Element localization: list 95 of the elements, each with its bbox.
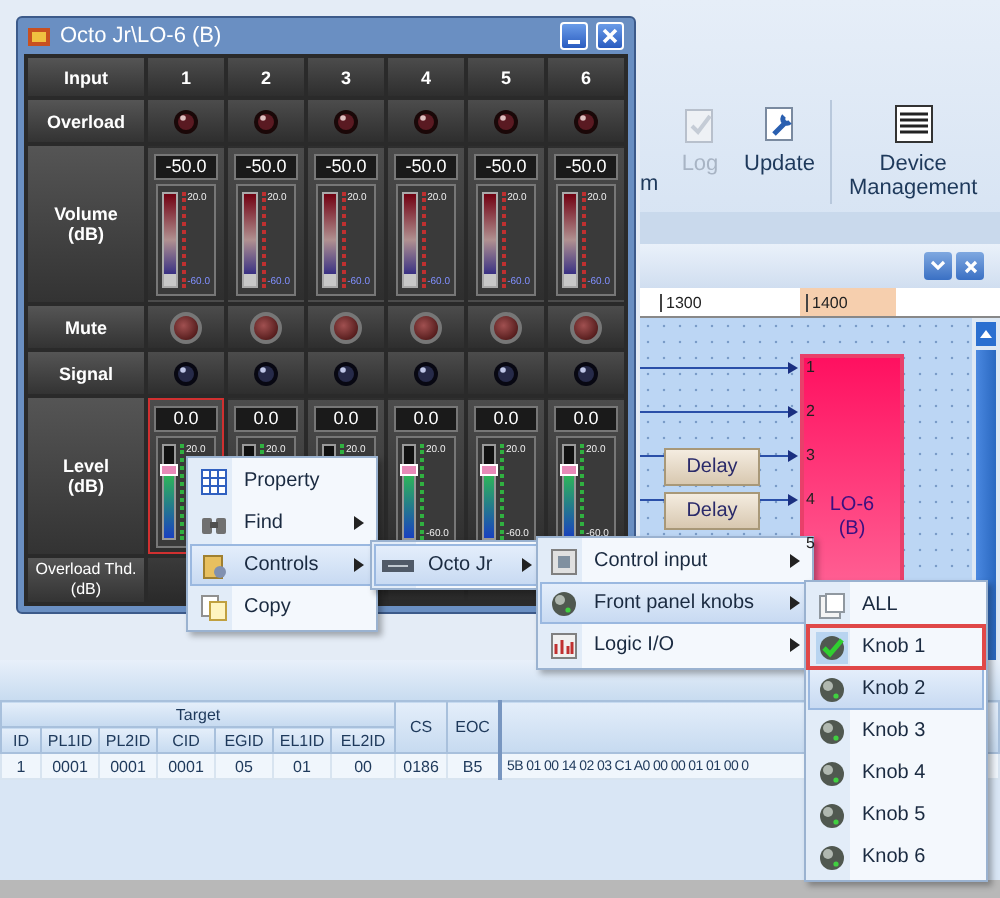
- table-icon: [200, 467, 228, 495]
- knob-icon: [818, 759, 846, 787]
- knob-icon: [818, 843, 846, 871]
- knob-icon: [818, 801, 846, 829]
- level-readout: 0.0: [474, 406, 538, 432]
- column-group-header: Target: [1, 701, 396, 727]
- level-readout: 0.0: [234, 406, 298, 432]
- port-number: 2: [806, 402, 815, 420]
- volume-readout: -50.0: [154, 154, 218, 180]
- menu-item[interactable]: Knob 2: [808, 668, 984, 710]
- overload-led-icon: [252, 107, 280, 135]
- row-label: Signal: [28, 352, 144, 394]
- channel-number: 1: [148, 58, 224, 96]
- overload-led-icon: [492, 107, 520, 135]
- menu-item[interactable]: Controls: [190, 544, 374, 586]
- close-icon: [602, 28, 618, 44]
- scroll-up-icon[interactable]: [976, 322, 996, 346]
- port-number: 4: [806, 490, 815, 508]
- knob-icon: [818, 675, 846, 703]
- ruler-label: 1300: [660, 294, 702, 312]
- level-readout: 0.0: [154, 406, 218, 432]
- app-icon: [28, 25, 52, 47]
- level-readout: 0.0: [554, 406, 618, 432]
- column-header: EOC: [447, 701, 500, 753]
- device-button[interactable]: Device Management: [830, 100, 986, 204]
- channel-number: 6: [548, 58, 624, 96]
- row-label: Overload Thd. (dB): [28, 558, 144, 602]
- overload-led-icon: [172, 107, 200, 135]
- menu-item[interactable]: Front panel knobs: [540, 582, 810, 624]
- mute-button[interactable]: [490, 311, 522, 343]
- column-header: ID: [1, 727, 41, 753]
- chevron-down-icon: [930, 260, 946, 272]
- row-label: Level (dB): [28, 398, 144, 554]
- close-button[interactable]: [596, 22, 624, 50]
- signal-led-icon: [332, 359, 360, 387]
- port-number: 3: [806, 446, 815, 464]
- overload-led-icon: [332, 107, 360, 135]
- mute-button[interactable]: [170, 311, 202, 343]
- signal-led-icon: [492, 359, 520, 387]
- knob-icon: [818, 717, 846, 745]
- overload-led-icon: [572, 107, 600, 135]
- mute-button[interactable]: [330, 311, 362, 343]
- fader-thumb[interactable]: [400, 463, 418, 475]
- row-label: Overload: [28, 100, 144, 142]
- device-icon: [382, 557, 414, 573]
- document-icon: [818, 591, 846, 619]
- ruler-label: 1400: [806, 294, 848, 312]
- signal-led-icon: [252, 359, 280, 387]
- chart-icon: [550, 631, 578, 659]
- fader-thumb[interactable]: [560, 463, 578, 475]
- port-number: 1: [806, 358, 815, 376]
- level-readout: 0.0: [394, 406, 458, 432]
- panel-icon: [550, 547, 578, 575]
- volume-readout: -50.0: [394, 154, 458, 180]
- row-label: Volume (dB): [28, 146, 144, 302]
- menu-item[interactable]: Find: [190, 502, 374, 544]
- row-label: Input: [28, 58, 144, 96]
- collapse-button[interactable]: [924, 252, 952, 280]
- fader-thumb[interactable]: [480, 463, 498, 475]
- menu-item[interactable]: Property: [190, 460, 374, 502]
- level-readout: 0.0: [314, 406, 378, 432]
- signal-led-icon: [172, 359, 200, 387]
- copy-icon: [200, 593, 228, 621]
- column-header: CS: [395, 701, 448, 753]
- volume-readout: -50.0: [474, 154, 538, 180]
- volume-readout: -50.0: [234, 154, 298, 180]
- window-title: Octo Jr\LO-6 (B): [60, 24, 224, 48]
- volume-readout: -50.0: [314, 154, 378, 180]
- channel-number: 3: [308, 58, 384, 96]
- close-button[interactable]: [956, 252, 984, 280]
- channel-number: 2: [228, 58, 304, 96]
- clipboard-icon: [200, 551, 228, 579]
- close-icon: [963, 259, 977, 273]
- menu-item[interactable]: Copy: [190, 586, 374, 628]
- channel-number: 4: [388, 58, 464, 96]
- ribbon-label: m: [640, 170, 661, 196]
- overload-led-icon: [412, 107, 440, 135]
- minimize-button[interactable]: [560, 22, 588, 50]
- row-label: Mute: [28, 306, 144, 348]
- menu-item[interactable]: Knob 5: [808, 794, 984, 836]
- delay-block[interactable]: Delay: [664, 448, 760, 486]
- delay-block[interactable]: Delay: [664, 492, 760, 530]
- menu-item[interactable]: Octo Jr: [374, 544, 542, 586]
- menu-item[interactable]: Knob 6: [808, 836, 984, 878]
- fader-thumb[interactable]: [160, 463, 178, 475]
- mute-button[interactable]: [250, 311, 282, 343]
- knob-icon: [550, 589, 578, 617]
- update-button[interactable]: Update: [736, 100, 823, 180]
- mute-button[interactable]: [570, 311, 602, 343]
- channel-number: 5: [468, 58, 544, 96]
- signal-led-icon: [412, 359, 440, 387]
- mute-button[interactable]: [410, 311, 442, 343]
- table-cell: 1: [1, 753, 41, 779]
- signal-led-icon: [572, 359, 600, 387]
- volume-readout: -50.0: [554, 154, 618, 180]
